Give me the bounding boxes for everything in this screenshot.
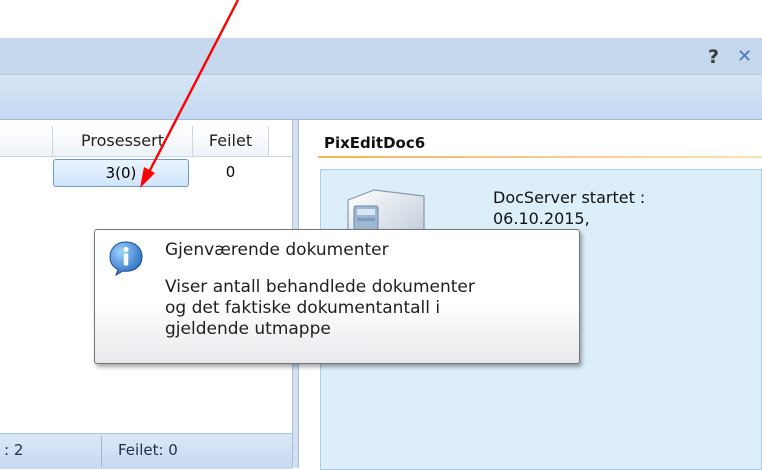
- close-button[interactable]: ✕: [737, 46, 752, 67]
- tooltip-line-2: og det faktiske dokumentantall i: [165, 298, 441, 318]
- column-header-prosessert[interactable]: Prosessert: [53, 126, 193, 157]
- tooltip-line-1: Viser antall behandlede dokumenter: [165, 277, 475, 297]
- panel-title-underline: [318, 156, 762, 158]
- window-titlebar: [0, 38, 762, 75]
- status-separator: [101, 436, 102, 466]
- column-header-blank[interactable]: [0, 126, 53, 157]
- failed-count-cell: 0: [225, 163, 236, 181]
- server-status-line-1: DocServer startet :: [493, 188, 646, 207]
- panel-title: PixEditDoc6: [324, 134, 426, 152]
- status-failed-count: Feilet: 0: [118, 441, 178, 459]
- processed-count-button[interactable]: 3(0): [53, 159, 189, 187]
- info-icon: [108, 240, 144, 277]
- server-status-line-2: 06.10.2015,: [493, 209, 590, 228]
- ribbon-bar: [0, 75, 762, 120]
- status-count-fragment: : 2: [4, 441, 24, 459]
- tooltip-line-3: gjeldende utmappe: [165, 319, 331, 339]
- column-header-filler: [269, 126, 291, 157]
- column-header-feilet[interactable]: Feilet: [193, 126, 269, 157]
- help-button[interactable]: ?: [708, 46, 719, 68]
- tooltip-body: Viser antall behandlede dokumenter og de…: [165, 277, 565, 340]
- tooltip-title: Gjenværende dokumenter: [165, 240, 389, 260]
